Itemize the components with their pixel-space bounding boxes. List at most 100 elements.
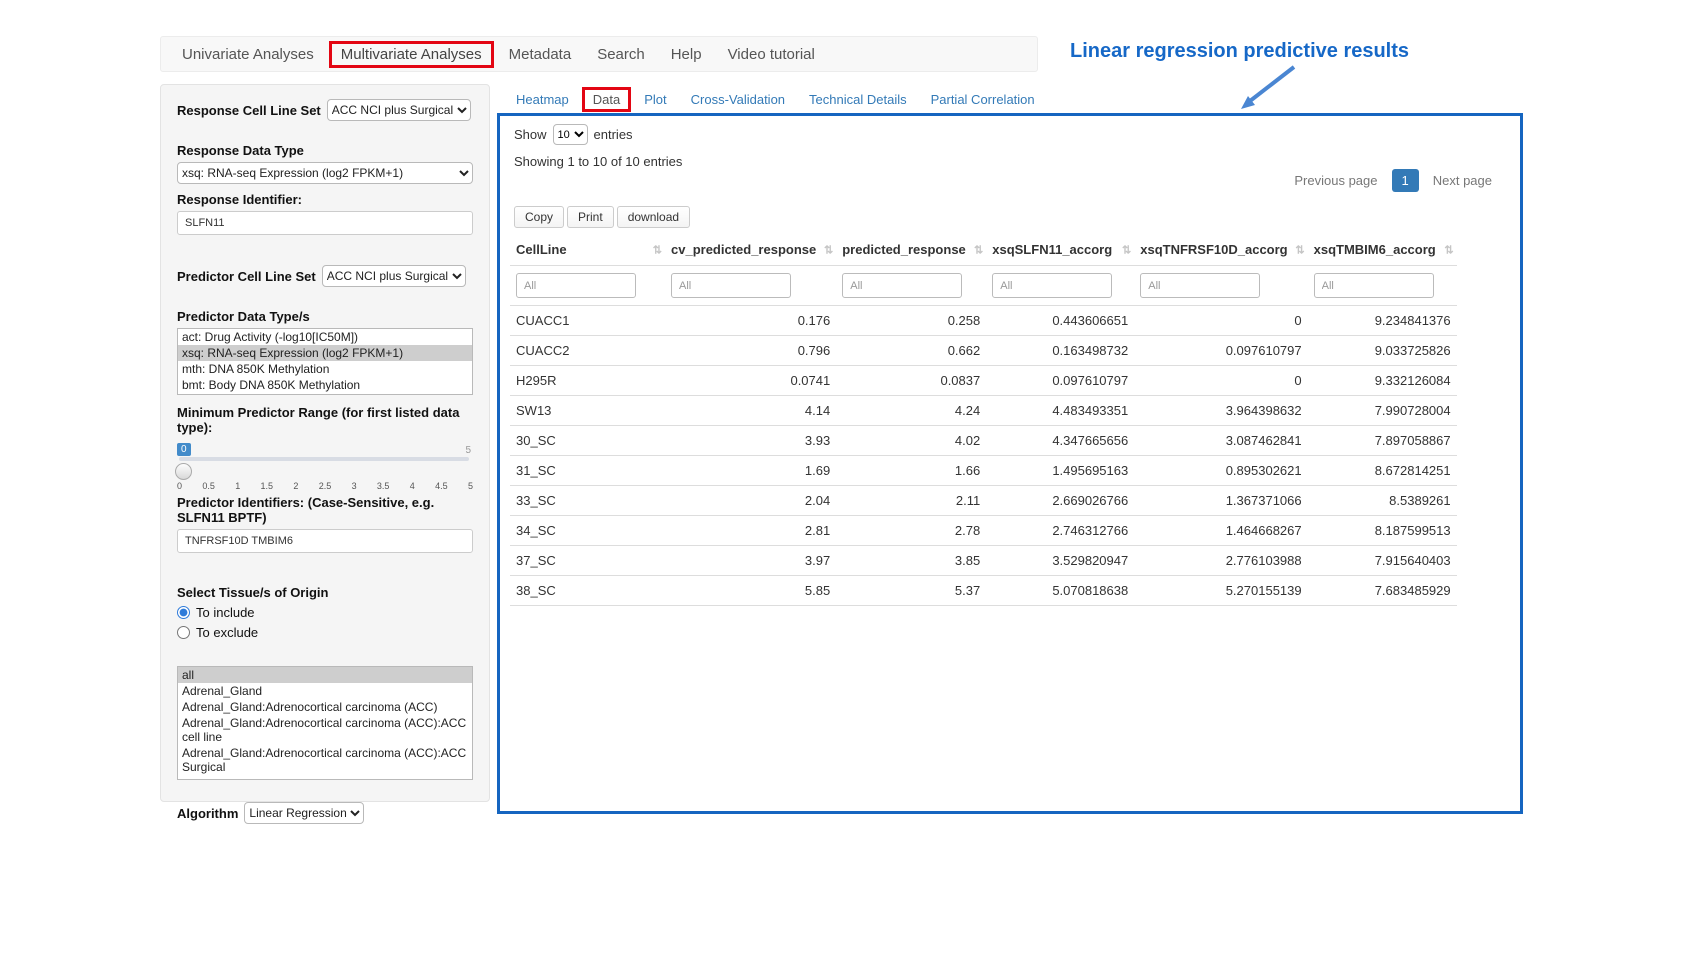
cell-xsqtmbim6-accorg: 8.672814251 [1308,456,1457,486]
slider-value-badge: 0 [177,443,191,456]
slider-handle[interactable] [175,463,192,480]
slider-tick-4: 4 [410,481,415,491]
nav-item-multivariate-analyses[interactable]: Multivariate Analyses [329,41,494,68]
table-filter-row [510,266,1457,306]
predictor-identifiers-input[interactable] [177,529,473,553]
nav-item-search[interactable]: Search [586,42,656,67]
cell-predicted-response: 0.662 [836,336,986,366]
tab-technical-details[interactable]: Technical Details [798,87,918,112]
column-header-cv-predicted-response[interactable]: cv_predicted_response⇅ [665,234,836,266]
cell-xsqtmbim6-accorg: 7.990728004 [1308,396,1457,426]
filter-cell-cv-predicted-response [665,266,836,306]
tissue-option-adrenal-gland-adrenocortical-carcinoma-acc[interactable]: Adrenal_Gland:Adrenocortical carcinoma (… [178,699,472,715]
cell-xsqtmbim6-accorg: 7.915640403 [1308,546,1457,576]
filter-input-cv-predicted-response[interactable] [671,273,791,298]
table-row: CUACC10.1760.2580.44360665109.234841376 [510,306,1457,336]
column-header-xsqtmbim6-accorg[interactable]: xsqTMBIM6_accorg⇅ [1308,234,1457,266]
filter-input-cellline[interactable] [516,273,636,298]
table-header-row: CellLine⇅cv_predicted_response⇅predicted… [510,234,1457,266]
predictor-type-option-act-drug-activity-log10-ic50m[interactable]: act: Drug Activity (-log10[IC50M]) [178,329,472,345]
column-header-predicted-response[interactable]: predicted_response ⇅ [836,234,986,266]
response-data-type-select[interactable]: xsq: RNA-seq Expression (log2 FPKM+1) [177,162,473,184]
copy-button[interactable]: Copy [514,206,564,228]
cell-predicted-response: 5.37 [836,576,986,606]
previous-page-button[interactable]: Previous page [1284,168,1387,193]
response-cell-line-set-select[interactable]: ACC NCI plus Surgical [327,99,471,121]
cell-xsqtnfrsf10d-accorg: 3.964398632 [1134,396,1307,426]
radio-to-include[interactable]: To include [177,605,473,620]
download-button[interactable]: download [617,206,690,228]
cell-xsqtmbim6-accorg: 7.897058867 [1308,426,1457,456]
cell-xsqtnfrsf10d-accorg: 1.367371066 [1134,486,1307,516]
predictor-data-types-listbox[interactable]: act: Drug Activity (-log10[IC50M])xsq: R… [177,328,473,395]
tissue-origin-listbox[interactable]: allAdrenal_GlandAdrenal_Gland:Adrenocort… [177,666,473,780]
cell-cellline: 33_SC [510,486,665,516]
radio-input-to-exclude[interactable] [177,626,190,639]
tissue-option-adrenal-gland[interactable]: Adrenal_Gland [178,683,472,699]
column-label-xsqslfn11-accorg: xsqSLFN11_accorg [992,242,1112,257]
results-tabs: HeatmapDataPlotCross-ValidationTechnical… [505,87,1046,112]
column-label-cellline: CellLine [516,242,567,257]
entries-count-select[interactable]: 10 [553,124,588,145]
tab-plot[interactable]: Plot [633,87,677,112]
cell-xsqslfn11-accorg: 5.070818638 [986,576,1134,606]
tab-data[interactable]: Data [582,87,631,112]
predictor-identifiers-label: Predictor Identifiers: (Case-Sensitive, … [177,495,473,525]
cell-xsqslfn11-accorg: 0.097610797 [986,366,1134,396]
filter-input-xsqtnfrsf10d-accorg[interactable] [1140,273,1260,298]
radio-input-to-include[interactable] [177,606,190,619]
cell-cellline: H295R [510,366,665,396]
filter-input-xsqslfn11-accorg[interactable] [992,273,1112,298]
min-predictor-range-label: Minimum Predictor Range (for first liste… [177,405,473,435]
table-row: 33_SC2.042.112.6690267661.3673710668.538… [510,486,1457,516]
cell-cv-predicted-response: 5.85 [665,576,836,606]
filter-input-xsqtmbim6-accorg[interactable] [1314,273,1434,298]
filter-cell-predicted-response [836,266,986,306]
column-header-xsqslfn11-accorg[interactable]: xsqSLFN11_accorg⇅ [986,234,1134,266]
cell-predicted-response: 4.02 [836,426,986,456]
export-button-group: CopyPrintdownload [514,206,690,228]
table-row: 37_SC3.973.853.5298209472.7761039887.915… [510,546,1457,576]
current-page-button[interactable]: 1 [1392,169,1419,192]
cell-xsqtmbim6-accorg: 8.187599513 [1308,516,1457,546]
tab-cross-validation[interactable]: Cross-Validation [680,87,796,112]
filter-cell-xsqtnfrsf10d-accorg [1134,266,1307,306]
show-label: Show [514,127,547,142]
tab-heatmap[interactable]: Heatmap [505,87,580,112]
tissue-option-adrenal-gland-adrenocortical-carcinoma-acc-acc-s[interactable]: Adrenal_Gland:Adrenocortical carcinoma (… [178,745,472,775]
tab-partial-correlation[interactable]: Partial Correlation [920,87,1046,112]
tissue-option-adrenal-gland-adrenocortical-carcinoma-acc-acc-c[interactable]: Adrenal_Gland:Adrenocortical carcinoma (… [178,715,472,745]
top-nav: Univariate AnalysesMultivariate Analyses… [160,36,1038,72]
predictor-cell-line-set-select[interactable]: ACC NCI plus Surgical [322,265,466,287]
response-identifier-input[interactable] [177,211,473,235]
nav-item-help[interactable]: Help [660,42,713,67]
nav-item-video-tutorial[interactable]: Video tutorial [717,42,826,67]
column-label-predicted-response: predicted_response [842,242,966,257]
algorithm-select[interactable]: Linear Regression [244,802,364,824]
column-header-xsqtnfrsf10d-accorg[interactable]: xsqTNFRSF10D_accorg⇅ [1134,234,1307,266]
nav-item-univariate-analyses[interactable]: Univariate Analyses [171,42,325,67]
filter-input-predicted-response[interactable] [842,273,962,298]
cell-cellline: CUACC2 [510,336,665,366]
nav-item-metadata[interactable]: Metadata [498,42,583,67]
predictor-type-option-mth-dna-850k-methylation[interactable]: mth: DNA 850K Methylation [178,361,472,377]
response-cell-line-set-label: Response Cell Line Set [177,103,321,118]
cell-cv-predicted-response: 0.796 [665,336,836,366]
cell-xsqtnfrsf10d-accorg: 5.270155139 [1134,576,1307,606]
slider-tick-2: 2 [293,481,298,491]
slider-track[interactable] [179,457,469,461]
sort-icon: ⇅ [974,243,983,256]
response-cell-line-set-row: Response Cell Line Set ACC NCI plus Surg… [177,99,473,121]
sort-icon: ⇅ [1295,243,1304,256]
predictor-type-option-xsq-rna-seq-expression-log2-fpkm-1[interactable]: xsq: RNA-seq Expression (log2 FPKM+1) [178,345,472,361]
predictor-type-option-bmt-body-dna-850k-methylation[interactable]: bmt: Body DNA 850K Methylation [178,377,472,393]
predictor-cell-line-set-row: Predictor Cell Line Set ACC NCI plus Sur… [177,265,473,287]
next-page-button[interactable]: Next page [1423,168,1502,193]
column-header-cellline[interactable]: CellLine⇅ [510,234,665,266]
table-body: CUACC10.1760.2580.44360665109.234841376C… [510,306,1457,606]
table-row: SW134.144.244.4834933513.9643986327.9907… [510,396,1457,426]
radio-to-exclude[interactable]: To exclude [177,625,473,640]
print-button[interactable]: Print [567,206,614,228]
tissue-option-all[interactable]: all [178,667,472,683]
cell-xsqslfn11-accorg: 2.669026766 [986,486,1134,516]
